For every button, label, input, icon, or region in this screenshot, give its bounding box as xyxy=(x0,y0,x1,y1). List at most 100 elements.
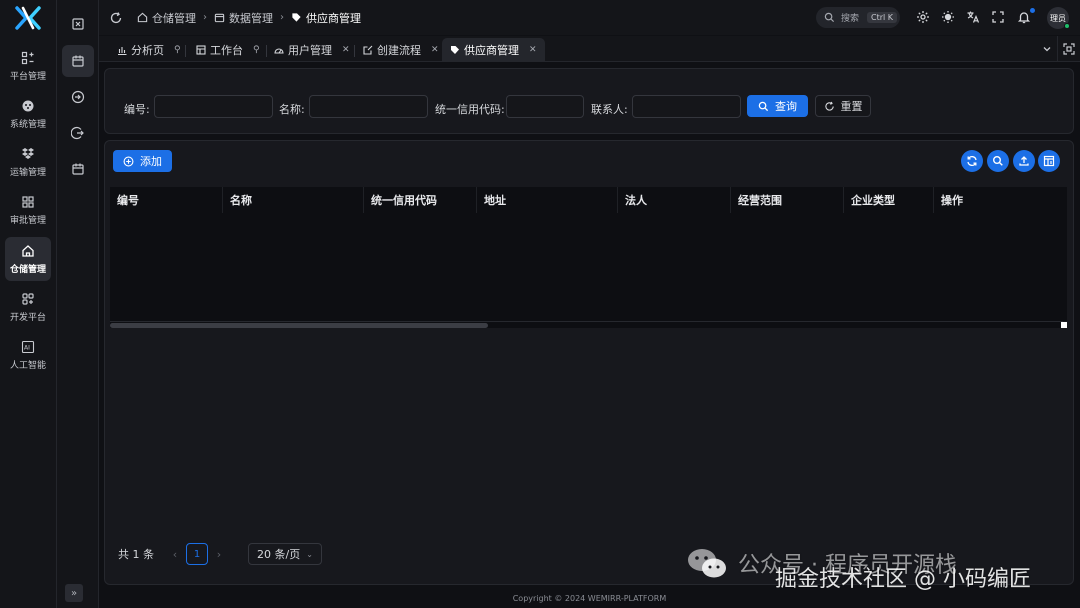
tab-label: 供应商管理 xyxy=(464,44,519,57)
name-input[interactable] xyxy=(309,95,428,118)
breadcrumb-label: 数据管理 xyxy=(229,11,273,25)
column-header[interactable]: 统一信用代码 xyxy=(364,187,477,213)
sidebar-item-system[interactable]: 系统管理 xyxy=(5,92,51,136)
dashboard-icon xyxy=(274,48,284,54)
search-icon xyxy=(824,12,835,23)
column-header[interactable]: 操作 xyxy=(934,187,1067,213)
reset-button[interactable]: 重置 xyxy=(815,95,871,117)
chevron-down-icon: ⌄ xyxy=(306,549,313,559)
secondary-item-login[interactable] xyxy=(62,81,94,113)
gear-icon[interactable] xyxy=(916,10,930,24)
secondary-item-calendar[interactable] xyxy=(62,45,94,77)
page-number-current[interactable]: 1 xyxy=(186,543,208,565)
sidebar-item-label: 开发平台 xyxy=(9,312,46,323)
breadcrumb-item[interactable]: 数据管理 xyxy=(214,10,273,26)
sidebar-item-label: 运输管理 xyxy=(9,167,46,178)
close-icon[interactable]: ✕ xyxy=(342,45,350,55)
calendar-icon xyxy=(214,13,225,23)
sun-icon[interactable] xyxy=(941,10,955,24)
plus-circle-icon xyxy=(123,156,134,166)
tab-supplier-management[interactable]: 供应商管理 ✕ xyxy=(442,38,545,62)
pin-icon[interactable]: ⚲ xyxy=(174,45,181,55)
edit-icon xyxy=(363,45,373,55)
horizontal-scrollbar[interactable] xyxy=(110,321,1063,328)
translate-icon[interactable] xyxy=(966,10,980,24)
add-label: 添加 xyxy=(140,155,162,168)
search-shortcut: Ctrl K xyxy=(867,12,898,23)
sidebar-item-dev-platform[interactable]: 开发平台 xyxy=(5,285,51,329)
table-body-empty xyxy=(110,213,1067,321)
sidebar-item-approval[interactable]: 审批管理 xyxy=(5,188,51,232)
sidebar-item-transport[interactable]: 运输管理 xyxy=(5,140,51,184)
column-header[interactable]: 编号 xyxy=(110,187,223,213)
upload-icon xyxy=(1019,156,1029,166)
sidebar-item-platform[interactable]: 平台管理 xyxy=(5,44,51,88)
close-icon[interactable]: ✕ xyxy=(431,45,439,55)
tab-label: 用户管理 xyxy=(288,44,332,57)
tab-analysis[interactable]: 分析页 ⚲ xyxy=(109,38,189,62)
grid-icon xyxy=(22,195,34,208)
table-header: 编号 名称 统一信用代码 地址 法人 经营范围 企业类型 操作 xyxy=(110,187,1067,213)
bell-icon[interactable] xyxy=(1017,10,1031,24)
tag-icon xyxy=(292,13,301,22)
enter-icon xyxy=(71,90,85,104)
scrollbar-thumb[interactable] xyxy=(110,323,488,328)
user-avatar[interactable]: 理员 xyxy=(1047,7,1070,29)
watermark-line2: 掘金技术社区 @ 小码编匠 xyxy=(775,567,1031,592)
refresh-icon[interactable] xyxy=(109,11,123,25)
code-label: 编号: xyxy=(124,103,150,116)
exit-icon xyxy=(71,126,84,140)
chevron-left-icon[interactable]: ‹ xyxy=(164,548,186,561)
query-label: 查询 xyxy=(775,100,797,113)
export-button[interactable] xyxy=(1013,150,1035,172)
expand-sidebar-button[interactable]: » xyxy=(65,584,83,602)
name-label: 名称: xyxy=(279,103,305,116)
bar-chart-icon xyxy=(118,47,127,55)
chevron-right-icon[interactable]: › xyxy=(208,548,230,561)
credit-code-input[interactable] xyxy=(506,95,584,118)
column-header[interactable]: 名称 xyxy=(223,187,364,213)
column-header[interactable]: 企业类型 xyxy=(844,187,934,213)
refresh-table-button[interactable] xyxy=(961,150,983,172)
contact-input[interactable] xyxy=(632,95,741,118)
scroll-corner xyxy=(1061,322,1067,328)
secondary-item-schedule[interactable] xyxy=(62,153,94,185)
breadcrumb-item[interactable]: 仓储管理 xyxy=(137,10,196,26)
dropbox-icon xyxy=(22,147,34,159)
app-logo-icon[interactable] xyxy=(15,6,41,30)
sidebar-item-label: 人工智能 xyxy=(9,360,46,371)
pin-icon[interactable]: ⚲ xyxy=(253,45,260,55)
query-button[interactable]: 查询 xyxy=(747,95,808,117)
page-size-value: 20 条/页 xyxy=(257,548,301,561)
calendar-icon xyxy=(72,55,84,67)
secondary-item-logout[interactable] xyxy=(62,117,94,149)
column-header[interactable]: 法人 xyxy=(618,187,731,213)
global-search-button[interactable]: 搜索 Ctrl K xyxy=(816,7,900,28)
tab-create-flow[interactable]: 创建流程 ✕ xyxy=(355,38,447,62)
fullscreen-icon[interactable] xyxy=(991,10,1005,24)
column-settings-button[interactable] xyxy=(1038,150,1060,172)
column-header[interactable]: 经营范围 xyxy=(731,187,844,213)
chevron-right-icon: › xyxy=(280,12,284,23)
close-icon[interactable]: ✕ xyxy=(529,45,537,55)
tab-label: 工作台 xyxy=(210,44,243,57)
sidebar-item-ai[interactable]: AI 人工智能 xyxy=(5,333,51,377)
maximize-icon[interactable] xyxy=(1061,41,1077,57)
tab-user-management[interactable]: 用户管理 ✕ xyxy=(266,38,358,62)
code-input[interactable] xyxy=(154,95,273,118)
chevron-down-icon[interactable] xyxy=(1039,41,1055,57)
add-button[interactable]: 添加 xyxy=(113,150,172,172)
sidebar-item-label: 审批管理 xyxy=(9,215,46,226)
toggle-search-button[interactable] xyxy=(987,150,1009,172)
wechat-icon xyxy=(688,549,726,578)
page-size-select[interactable]: 20 条/页 ⌄ xyxy=(248,543,322,565)
collapse-menu-button[interactable] xyxy=(62,8,94,40)
columns-icon xyxy=(1043,155,1055,167)
search-label: 搜索 xyxy=(841,14,860,24)
column-header[interactable]: 地址 xyxy=(477,187,618,213)
sidebar-item-warehouse[interactable]: 仓储管理 xyxy=(5,237,51,281)
ai-icon: AI xyxy=(21,340,35,353)
platform-icon xyxy=(21,51,34,64)
tab-workbench[interactable]: 工作台 ⚲ xyxy=(188,38,268,62)
refresh-icon xyxy=(824,101,834,111)
